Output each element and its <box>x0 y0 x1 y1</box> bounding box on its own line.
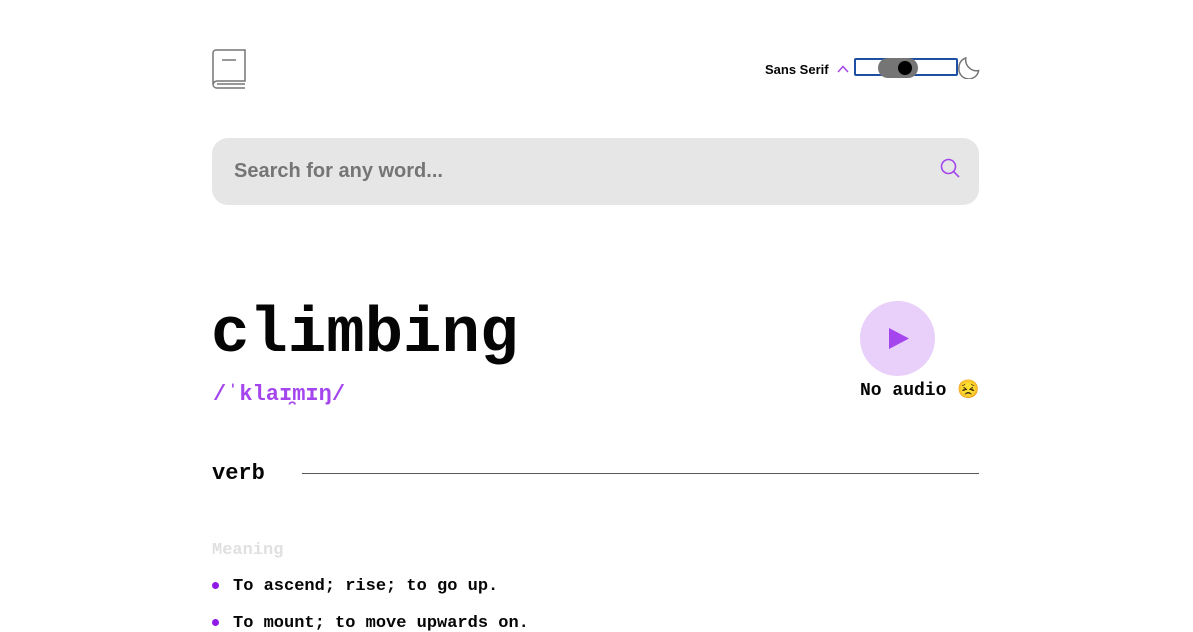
definition-item: To ascend; rise; to go up. <box>212 576 529 598</box>
moon-icon <box>958 57 980 79</box>
search-input[interactable] <box>234 138 924 205</box>
divider <box>302 473 979 474</box>
definition-text: To ascend; rise; to go up. <box>233 577 499 596</box>
play-icon <box>889 328 909 349</box>
search-bar <box>212 138 979 205</box>
phonetic-text: /ˈklaɪ̯mɪŋ/ <box>213 382 346 407</box>
font-selector[interactable]: Sans Serif <box>765 60 849 78</box>
bullet-icon <box>212 619 219 626</box>
play-audio-button[interactable] <box>860 301 935 376</box>
font-selector-label: Sans Serif <box>765 61 829 77</box>
toggle-track <box>878 58 918 78</box>
chevron-up-icon <box>837 65 849 73</box>
part-of-speech: verb <box>212 461 265 486</box>
search-icon[interactable] <box>940 158 960 178</box>
dictionary-page: Sans Serif climbing /ˈklaɪ̯mɪŋ/ No audio… <box>0 0 1193 632</box>
book-icon <box>212 49 246 89</box>
definition-list: To ascend; rise; to go up. To mount; to … <box>212 576 529 632</box>
definition-text: To mount; to move upwards on. <box>233 614 529 632</box>
toggle-knob <box>898 61 912 75</box>
theme-toggle[interactable] <box>854 58 958 78</box>
bullet-icon <box>212 582 219 589</box>
definition-item: To mount; to move upwards on. <box>212 613 529 632</box>
meaning-heading: Meaning <box>212 541 284 560</box>
word-heading: climbing <box>211 299 519 371</box>
audio-status: No audio 😣 <box>860 381 980 401</box>
